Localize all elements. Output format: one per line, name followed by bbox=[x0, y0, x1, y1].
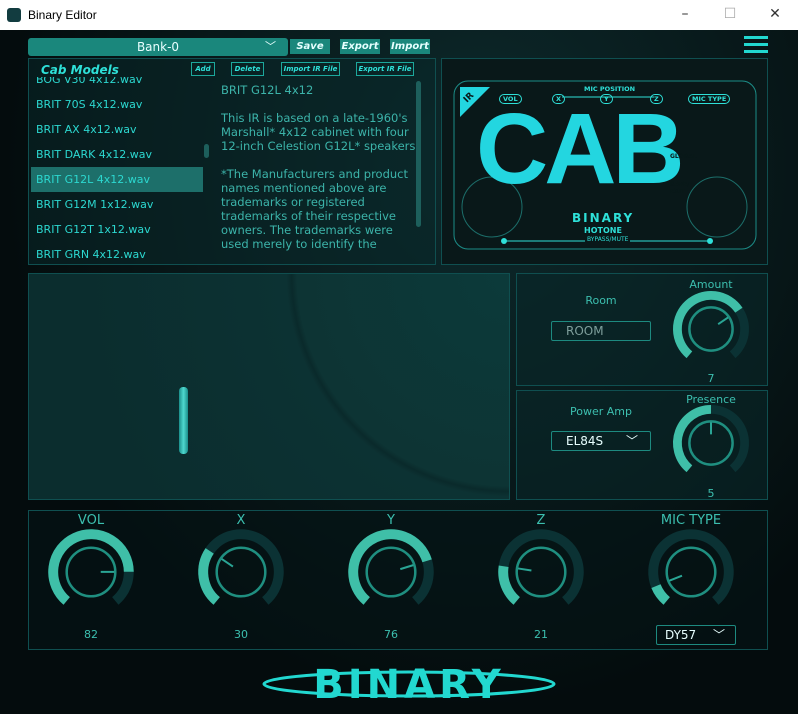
list-scrollbar[interactable] bbox=[204, 144, 209, 158]
mic-type-value: DY57 bbox=[665, 628, 697, 642]
cab-model-item[interactable]: BRIT 70S 4x12.wav bbox=[31, 92, 203, 117]
delete-button[interactable]: Delete bbox=[231, 62, 264, 76]
cab-model-item[interactable]: BRIT GRN 4x12.wav bbox=[31, 242, 203, 263]
knob-label: Y bbox=[387, 513, 395, 528]
cab-model-list[interactable]: BOG V30 4x12.wav BRIT 70S 4x12.wav BRIT AX… bbox=[31, 77, 203, 263]
knob-label: MIC TYPE bbox=[660, 513, 722, 528]
y-knob[interactable] bbox=[346, 527, 436, 617]
knob-dial bbox=[688, 306, 734, 352]
add-button[interactable]: Add bbox=[191, 62, 215, 76]
x-knob[interactable] bbox=[196, 527, 286, 617]
cab-models-title: Cab Models bbox=[41, 63, 119, 77]
knob-label: X bbox=[236, 513, 246, 528]
presence-value: 5 bbox=[707, 487, 715, 500]
import-ir-button[interactable]: Import IR File bbox=[281, 62, 340, 76]
chevron-down-icon: ﹀ bbox=[265, 40, 276, 53]
power-amp-label: Power Amp bbox=[570, 405, 632, 418]
knob-value-arc bbox=[673, 291, 743, 359]
room-panel: Room ROOM Amount 7 bbox=[516, 273, 768, 386]
save-button[interactable]: Save bbox=[290, 39, 330, 54]
z-knob[interactable] bbox=[496, 527, 586, 617]
minimize-button[interactable]: – bbox=[675, 6, 695, 22]
knob-value: 82 bbox=[84, 628, 98, 641]
room-select[interactable]: ROOM bbox=[551, 321, 651, 341]
bank-select[interactable]: Bank-0 ﹀ bbox=[28, 38, 288, 56]
device-maker: HOTONE bbox=[584, 226, 622, 235]
cab-model-item[interactable]: BRIT G12M 1x12.wav bbox=[31, 192, 203, 217]
power-amp-select[interactable]: EL84S ﹀ bbox=[551, 431, 651, 451]
mic-position-label: MIC POSITION bbox=[584, 85, 636, 93]
window-title: Binary Editor bbox=[28, 8, 97, 22]
mic-controls-panel: VOL 82 X 30 Y 76 Z 21 MIC TYPE DY57 ﹀ bbox=[28, 510, 768, 650]
knob-track bbox=[648, 529, 734, 605]
device-brand: BINARY bbox=[572, 211, 635, 225]
knob-pointer bbox=[669, 574, 683, 582]
cab-description: BRIT G12L 4x12 This IR is based on a lat… bbox=[221, 83, 420, 251]
room-value: ROOM bbox=[566, 324, 604, 338]
knob-pointer bbox=[517, 567, 532, 572]
knob-pointer bbox=[717, 316, 729, 325]
knob-dial bbox=[665, 546, 717, 598]
knob-value-arc bbox=[48, 529, 134, 605]
cab-models-panel: Cab Models Add Delete Import IR File Exp… bbox=[28, 58, 436, 265]
export-button[interactable]: Export bbox=[340, 39, 380, 54]
knob-pointer bbox=[399, 564, 414, 571]
knob-track bbox=[198, 529, 284, 605]
logo-text: BINARY bbox=[313, 662, 504, 704]
knob-value: 21 bbox=[534, 628, 548, 641]
knob-value: 76 bbox=[384, 628, 398, 641]
editor-main: Bank-0 ﹀ Save Export Import Cab Models Ad… bbox=[0, 30, 798, 714]
vol-knob[interactable] bbox=[46, 527, 136, 617]
chevron-down-icon: ﹀ bbox=[625, 434, 638, 448]
description-scrollbar[interactable] bbox=[416, 81, 421, 227]
microphone-icon[interactable] bbox=[179, 387, 188, 454]
knob-dial bbox=[215, 546, 267, 598]
title-bar: Binary Editor – ☐ ✕ bbox=[0, 0, 798, 30]
room-label: Room bbox=[585, 294, 617, 307]
amount-knob[interactable] bbox=[671, 289, 751, 369]
knob-pointer bbox=[221, 558, 234, 568]
cab-model-item[interactable]: BRIT G12T 1x12.wav bbox=[31, 217, 203, 242]
app-icon bbox=[7, 8, 21, 22]
mic-position-area[interactable] bbox=[28, 273, 510, 500]
cab-model-item[interactable]: BRIT DARK 4x12.wav bbox=[31, 142, 203, 167]
hamburger-menu-icon[interactable] bbox=[744, 36, 768, 57]
cab-model-item[interactable]: BOG V30 4x12.wav bbox=[31, 77, 203, 92]
knob-value: 30 bbox=[234, 628, 248, 641]
cab-big-text: CAB bbox=[476, 93, 685, 205]
mic-type-label: MIC TYPE bbox=[688, 94, 731, 104]
export-ir-button[interactable]: Export IR File bbox=[356, 62, 414, 76]
knob-value-arc bbox=[498, 565, 521, 605]
knob-dial bbox=[365, 546, 417, 598]
bypass-label: BYPASS/MUTE bbox=[585, 236, 631, 243]
save-exit-label: SAVE/ EXIT bbox=[670, 181, 690, 195]
maximize-button[interactable]: ☐ bbox=[720, 6, 740, 22]
knob-dial bbox=[515, 546, 567, 598]
bank-value: Bank-0 bbox=[136, 40, 180, 54]
mic-type-knob[interactable] bbox=[646, 527, 736, 617]
knob-value-arc bbox=[198, 548, 221, 605]
device-image: IR MIC POSITION VOL X Y Z MIC TYPE CAB G… bbox=[441, 58, 768, 265]
knob-track bbox=[498, 529, 584, 605]
cab-model-item[interactable]: BRIT G12L 4x12.wav bbox=[31, 167, 203, 192]
power-amp-panel: Power Amp EL84S ﹀ Presence 5 bbox=[516, 390, 768, 500]
binary-logo: BINARY bbox=[262, 662, 556, 704]
chevron-down-icon: ﹀ bbox=[712, 628, 725, 642]
mic-type-select[interactable]: DY57 ﹀ bbox=[656, 625, 736, 645]
import-button[interactable]: Import bbox=[390, 39, 430, 54]
knob-value-arc bbox=[673, 405, 712, 473]
close-button[interactable]: ✕ bbox=[765, 6, 785, 22]
power-amp-value: EL84S bbox=[566, 434, 604, 448]
knob-label: Z bbox=[536, 513, 546, 528]
cab-model-item[interactable]: BRIT AX 4x12.wav bbox=[31, 117, 203, 142]
amount-value: 7 bbox=[707, 372, 715, 385]
knob-label: VOL bbox=[77, 513, 105, 528]
global-label: GLOBAL bbox=[670, 153, 697, 160]
presence-knob[interactable] bbox=[671, 403, 751, 483]
